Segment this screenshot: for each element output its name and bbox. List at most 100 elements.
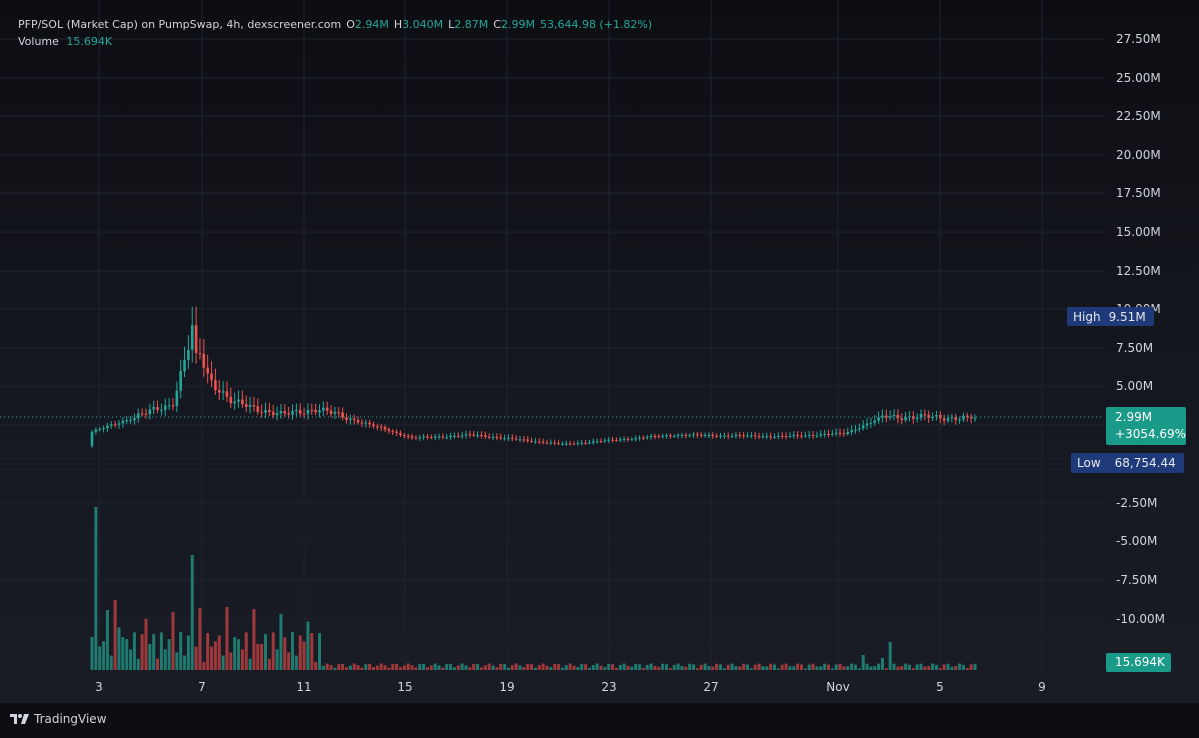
chart-app[interactable]: PFP/SOL (Market Cap) on PumpSwap, 4h, de… — [0, 0, 1199, 738]
candle-body — [244, 404, 248, 408]
volume-bar — [942, 664, 946, 670]
candle-body — [703, 435, 707, 437]
candle-body — [256, 406, 260, 412]
volume-bar — [784, 663, 788, 670]
candle-body — [387, 429, 391, 432]
volume-bar — [229, 652, 233, 670]
candle-body — [761, 436, 765, 438]
volume-bar — [306, 621, 310, 670]
volume-bar — [460, 663, 464, 670]
volume-bar — [803, 668, 807, 670]
chart-canvas[interactable] — [0, 0, 1199, 738]
candle-body — [310, 409, 314, 411]
candle-body — [163, 405, 167, 410]
volume-bar — [506, 667, 510, 670]
volume-bar — [896, 666, 900, 670]
volume-bar — [869, 666, 873, 670]
candle-body — [252, 404, 256, 407]
last-price-tag: 2.99M +3054.69% — [1106, 407, 1186, 445]
candle-body — [418, 437, 422, 439]
volume-bar — [857, 668, 861, 670]
candle-body — [499, 437, 503, 439]
volume-bar — [98, 646, 102, 670]
candle-body — [823, 434, 826, 436]
volume-bar — [514, 663, 518, 670]
volume-bar — [965, 668, 969, 670]
candle-body — [98, 428, 102, 430]
candle-body — [283, 411, 287, 414]
volume-bar — [452, 667, 456, 670]
candle-body — [877, 417, 880, 421]
candle-body — [94, 429, 98, 432]
tradingview-logo-icon — [10, 714, 29, 724]
candle-body — [692, 434, 695, 436]
volume-bar — [746, 664, 750, 670]
volume-bar — [919, 663, 923, 670]
volume-bar — [410, 665, 414, 670]
candle-body — [171, 405, 175, 407]
volume-bar — [969, 664, 973, 670]
price-axis-label: 12.50M — [1116, 264, 1161, 278]
candle-body — [117, 423, 121, 425]
volume-bar — [171, 612, 175, 670]
candle-body — [364, 422, 368, 424]
volume-bar — [244, 632, 248, 670]
candle-body — [133, 418, 136, 421]
candle-body — [271, 411, 275, 416]
candle-body — [318, 410, 321, 413]
legend-volume-label: Volume — [18, 35, 59, 48]
candle-body — [915, 417, 919, 419]
price-axis-label: -5.00M — [1116, 534, 1158, 548]
volume-bar — [649, 663, 653, 670]
volume-bar — [387, 667, 391, 670]
candle-body — [746, 435, 749, 437]
volume-bar — [873, 666, 877, 670]
last-price-change: +3054.69% — [1115, 427, 1187, 441]
volume-bar — [125, 639, 129, 670]
candle-body — [537, 441, 541, 443]
candle-body — [306, 409, 310, 414]
candle-body — [885, 415, 888, 418]
volume-bar — [946, 663, 950, 670]
volume-bar — [734, 666, 738, 670]
candle-body — [738, 435, 742, 437]
volume-bar — [684, 666, 688, 670]
candle-body — [649, 435, 653, 438]
candle-body — [838, 432, 842, 434]
tradingview-branding[interactable]: TradingView — [10, 712, 107, 726]
candle-body — [241, 399, 244, 405]
candle-body — [530, 440, 533, 442]
candle-body — [487, 436, 491, 438]
candle-body — [757, 436, 761, 438]
candle-body — [780, 435, 784, 437]
volume-bar — [202, 661, 206, 670]
candle-body — [383, 427, 387, 430]
candle-body — [206, 367, 209, 374]
volume-bar — [907, 664, 911, 670]
candle-body — [865, 423, 869, 426]
volume-bar — [163, 649, 167, 670]
candle-body — [445, 437, 449, 439]
candle-body — [391, 431, 395, 433]
candle-body — [711, 434, 715, 436]
candle-body — [248, 404, 252, 408]
volume-bar — [225, 607, 229, 670]
volume-bar — [341, 663, 345, 670]
candle-body — [476, 435, 479, 437]
candle-body — [360, 422, 364, 424]
volume-bar — [591, 665, 595, 670]
volume-bar — [379, 663, 383, 670]
volume-bar — [927, 666, 931, 670]
volume-bar — [830, 668, 834, 670]
candle-body — [881, 415, 884, 418]
candle-body — [395, 431, 398, 433]
time-axis-label: 7 — [198, 680, 206, 694]
volume-bar — [568, 663, 572, 670]
volume-bar — [233, 637, 237, 670]
candle-body — [669, 435, 672, 437]
candle-body — [618, 439, 622, 441]
candle-body — [179, 371, 182, 391]
volume-bar — [888, 642, 892, 670]
volume-bar — [464, 665, 468, 670]
candle-body — [973, 417, 977, 419]
